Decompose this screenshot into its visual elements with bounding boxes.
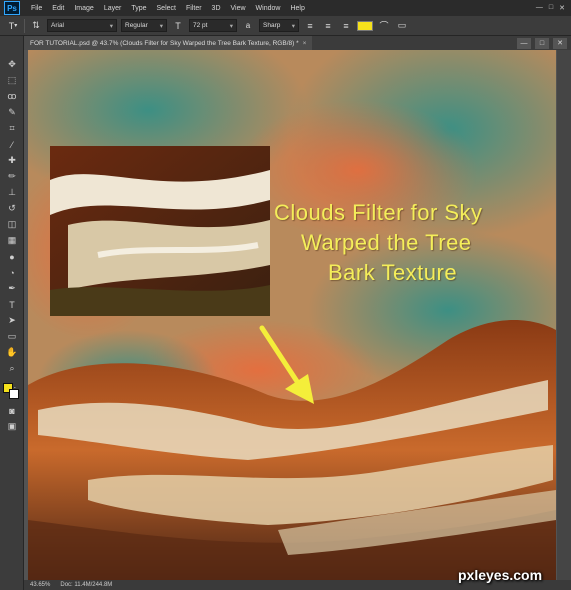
zoom-tool-icon[interactable]: ⌕ [4, 362, 20, 375]
caption-line-1: Clouds Filter for Sky [274, 200, 483, 225]
menu-file[interactable]: File [26, 5, 47, 12]
quick-mask-icon[interactable]: ◙ [4, 404, 20, 417]
warp-text-icon[interactable]: ⌒ [377, 19, 391, 33]
font-style-value: Regular [125, 22, 148, 29]
shape-tool-icon[interactable]: ▭ [4, 330, 20, 343]
vertical-scrollbar[interactable] [557, 50, 571, 580]
tools-panel: ✥ ⬚ ꝏ ✎ ⌗ ⁄ ✚ ✏ ⊥ ↺ ◫ ▦ ● ◔ ✒ T ➤ ▭ ✋ ⌕ … [0, 36, 24, 590]
font-size-icon: T [175, 20, 181, 31]
caption-line-3: Bark Texture [328, 260, 458, 285]
font-family-select[interactable]: Arial ▾ [47, 19, 117, 32]
document-tab[interactable]: FOR TUTORIAL.psd @ 43.7% (Clouds Filter … [24, 36, 313, 50]
anti-alias-value: Sharp [263, 22, 281, 29]
type-tool-preset-icon[interactable]: T ▾ [6, 19, 20, 33]
window-controls: — □ ✕ [536, 4, 571, 12]
screen-mode-icon[interactable]: ▣ [4, 420, 20, 433]
divider [24, 18, 25, 33]
chevron-down-icon: ▾ [159, 22, 163, 30]
eraser-tool-icon[interactable]: ◫ [4, 218, 20, 231]
dodge-tool-icon[interactable]: ◔ [4, 266, 20, 279]
watermark-logo: pxleyes.com [458, 567, 543, 583]
menu-image[interactable]: Image [69, 5, 98, 12]
move-tool-icon[interactable]: ✥ [4, 58, 20, 71]
text-color-swatch[interactable] [357, 20, 373, 31]
align-right-icon[interactable]: ≡ [339, 19, 353, 33]
menu-type[interactable]: Type [126, 5, 151, 12]
menu-window[interactable]: Window [251, 5, 286, 12]
font-family-value: Arial [51, 22, 65, 29]
menu-bar: Ps File Edit Image Layer Type Select Fil… [0, 0, 571, 16]
tab-close-icon[interactable]: × [303, 40, 307, 47]
menu-3d[interactable]: 3D [207, 5, 226, 12]
minimize-button[interactable]: — [536, 4, 543, 12]
path-selection-tool-icon[interactable]: ➤ [4, 314, 20, 327]
photoshop-logo: Ps [4, 1, 20, 15]
menu-help[interactable]: Help [285, 5, 309, 12]
anti-alias-icon: a [245, 21, 251, 30]
document-info: Doc: 11.4M/244.8M [60, 582, 113, 588]
menu-edit[interactable]: Edit [47, 5, 69, 12]
font-size-value: 72 pt [193, 22, 208, 29]
eyedropper-tool-icon[interactable]: ⁄ [4, 138, 20, 151]
maximize-button[interactable]: □ [549, 4, 553, 12]
gradient-tool-icon[interactable]: ▦ [4, 234, 20, 247]
menu-filter[interactable]: Filter [181, 5, 207, 12]
chevron-down-icon: ▾ [229, 22, 233, 30]
align-left-icon[interactable]: ≡ [303, 19, 317, 33]
clone-stamp-tool-icon[interactable]: ⊥ [4, 186, 20, 199]
text-orientation-icon[interactable]: ⇅ [29, 19, 43, 33]
history-brush-tool-icon[interactable]: ↺ [4, 202, 20, 215]
menu-select[interactable]: Select [152, 5, 181, 12]
type-tool-icon[interactable]: T [4, 298, 20, 311]
options-bar: T ▾ ⇅ Arial ▾ Regular ▾ T 72 pt ▾ a Sharp ▾ ≡… [0, 16, 571, 36]
menu-layer[interactable]: Layer [99, 5, 127, 12]
align-center-icon[interactable]: ≡ [321, 19, 335, 33]
doc-maximize-button[interactable]: □ [535, 37, 549, 49]
doc-minimize-button[interactable]: — [517, 37, 531, 49]
healing-brush-tool-icon[interactable]: ✚ [4, 154, 20, 167]
chevron-down-icon: ▾ [109, 22, 113, 30]
menu-view[interactable]: View [226, 5, 251, 12]
chevron-down-icon: ▾ [291, 22, 295, 30]
brush-tool-icon[interactable]: ✏ [4, 170, 20, 183]
doc-close-button[interactable]: ✕ [553, 37, 567, 49]
hand-tool-icon[interactable]: ✋ [4, 346, 20, 359]
anti-alias-select[interactable]: Sharp ▾ [259, 19, 299, 32]
pen-tool-icon[interactable]: ✒ [4, 282, 20, 295]
quick-select-tool-icon[interactable]: ✎ [4, 106, 20, 119]
close-window-button[interactable]: ✕ [559, 4, 565, 12]
marquee-tool-icon[interactable]: ⬚ [4, 74, 20, 87]
blur-tool-icon[interactable]: ● [4, 250, 20, 263]
document-window-controls: — □ ✕ [517, 37, 571, 49]
document-canvas[interactable]: Clouds Filter for Sky Warped the Tree Ba… [28, 50, 556, 580]
zoom-level[interactable]: 43.65% [30, 582, 50, 588]
background-color-swatch[interactable] [9, 389, 19, 399]
crop-tool-icon[interactable]: ⌗ [4, 122, 20, 135]
character-panel-icon[interactable]: ▭ [395, 19, 409, 33]
lasso-tool-icon[interactable]: ꝏ [4, 90, 20, 103]
reference-bark-inset [50, 146, 270, 316]
font-size-select[interactable]: 72 pt ▾ [189, 19, 237, 32]
font-style-select[interactable]: Regular ▾ [121, 19, 167, 32]
caption-line-2: Warped the Tree [301, 230, 472, 255]
document-tab-bar: FOR TUTORIAL.psd @ 43.7% (Clouds Filter … [24, 36, 571, 50]
document-title: FOR TUTORIAL.psd @ 43.7% (Clouds Filter … [30, 39, 299, 47]
canvas-artwork [28, 50, 556, 580]
